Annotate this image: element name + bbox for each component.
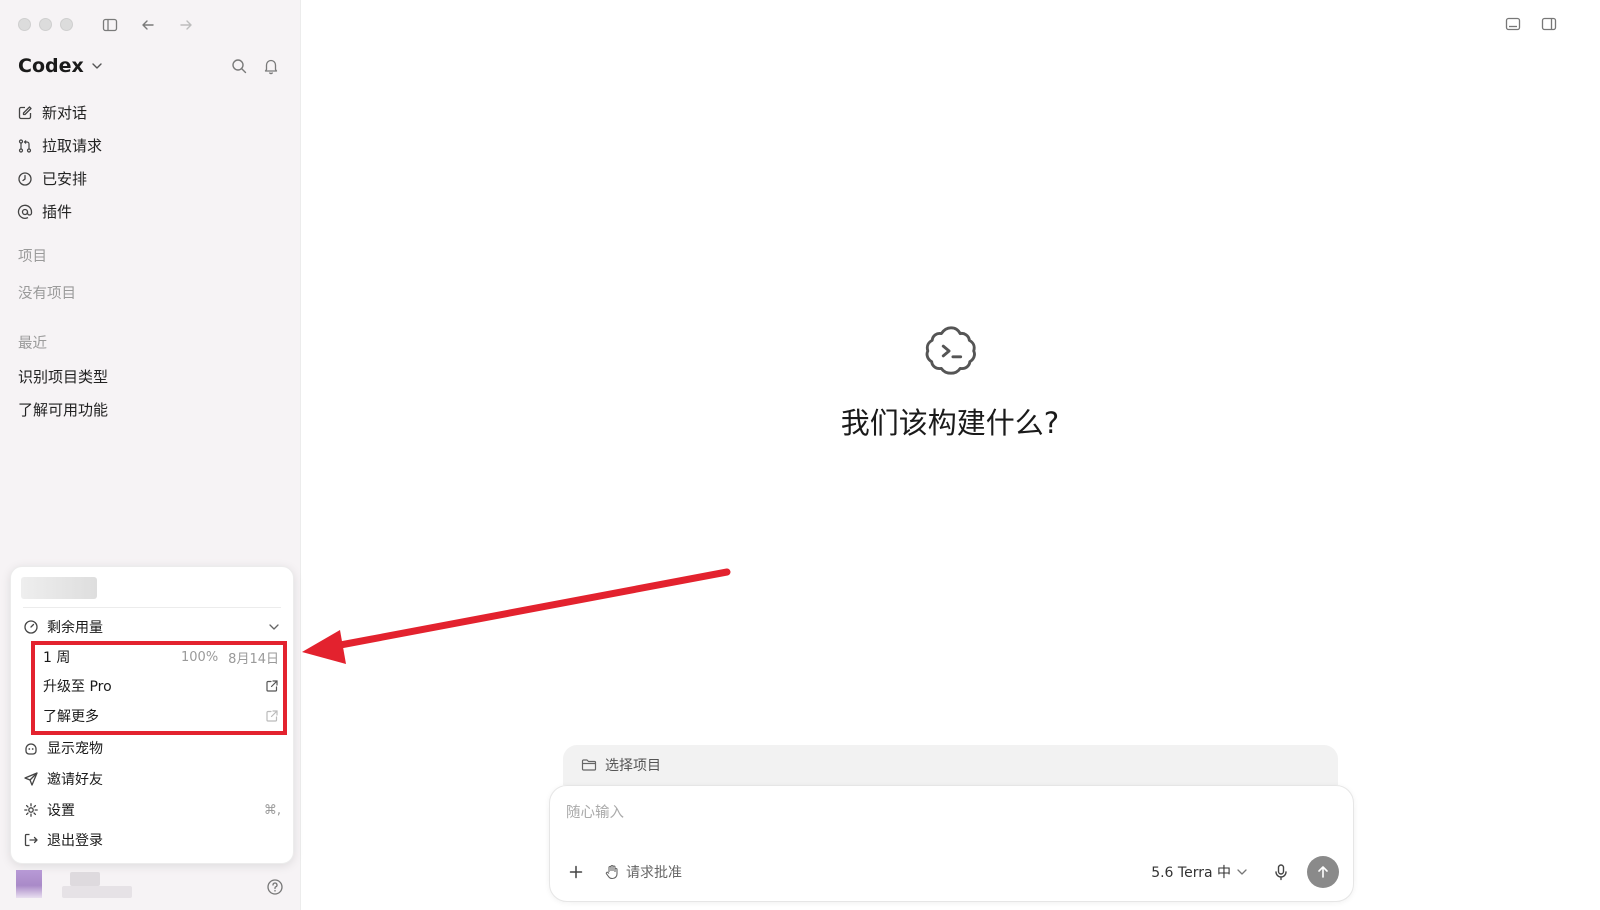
- invite-label: 邀请好友: [47, 772, 103, 788]
- arrow-up-icon: [1318, 866, 1328, 878]
- terminal-panel-icon[interactable]: [1504, 15, 1522, 33]
- sidebar-nav: 新对话 拉取请求 已安排 插件: [16, 96, 284, 228]
- toolbar: [100, 15, 196, 35]
- redacted-account-name: [21, 577, 97, 599]
- sidebar-header-actions: [230, 57, 280, 75]
- composer: 请求批准 5.6 Terra 中: [549, 785, 1354, 902]
- avatar: [16, 870, 42, 898]
- nav-label: 插件: [42, 203, 73, 221]
- add-attachment-button[interactable]: [564, 860, 588, 884]
- close-window-button[interactable]: [18, 18, 31, 31]
- help-icon[interactable]: [266, 878, 284, 896]
- prompt-input[interactable]: [564, 798, 1328, 828]
- search-icon[interactable]: [230, 57, 248, 75]
- no-projects-text: 没有项目: [18, 286, 76, 302]
- redacted-plan: [62, 886, 132, 898]
- logout-label: 退出登录: [47, 833, 103, 849]
- workspace-switcher[interactable]: Codex: [18, 55, 104, 77]
- brand-name: Codex: [18, 55, 84, 77]
- nav-new-chat[interactable]: 新对话: [16, 96, 284, 129]
- show-pet-label: 显示宠物: [47, 741, 103, 757]
- pull-request-icon: [16, 137, 34, 155]
- back-arrow-icon[interactable]: [138, 15, 158, 35]
- nav-scheduled[interactable]: 已安排: [16, 162, 284, 195]
- plus-icon: [569, 865, 583, 879]
- projects-heading: 项目: [18, 249, 47, 265]
- minimize-window-button[interactable]: [39, 18, 52, 31]
- chevron-down-icon: [269, 624, 279, 630]
- recent-item[interactable]: 识别项目类型: [18, 366, 108, 387]
- logout-icon: [23, 832, 39, 848]
- logout-item[interactable]: 退出登录: [23, 826, 281, 854]
- model-selector[interactable]: 5.6 Terra 中: [1151, 862, 1249, 882]
- gauge-icon: [23, 619, 39, 635]
- nav-label: 拉取请求: [42, 137, 103, 155]
- send-icon: [23, 771, 39, 787]
- account-footer[interactable]: [12, 868, 292, 904]
- nav-label: 已安排: [42, 170, 88, 188]
- recent-item[interactable]: 了解可用功能: [18, 399, 108, 420]
- at-icon: [16, 203, 34, 221]
- nav-pull-requests[interactable]: 拉取请求: [16, 129, 284, 162]
- annotation-highlight-box: [31, 641, 287, 735]
- maximize-window-button[interactable]: [60, 18, 73, 31]
- select-project-button[interactable]: 选择项目: [563, 745, 1338, 785]
- approval-mode-button[interactable]: 请求批准: [604, 862, 682, 882]
- sidebar-toggle-icon[interactable]: [100, 15, 120, 35]
- composer-toolbar: 请求批准 5.6 Terra 中: [564, 855, 1339, 889]
- pet-icon: [23, 740, 39, 756]
- redacted-username: [70, 872, 100, 886]
- folder-icon: [581, 759, 597, 771]
- settings-shortcut: ⌘,: [263, 802, 281, 818]
- nav-plugins[interactable]: 插件: [16, 195, 284, 228]
- select-project-label: 选择项目: [605, 758, 661, 774]
- account-menu: 剩余用量 1 周 100% 8月14日 升级至 Pro 了解更多 显示宠物 邀请…: [10, 566, 294, 864]
- divider: [23, 607, 281, 608]
- side-panel-icon[interactable]: [1540, 15, 1558, 33]
- compose-icon: [16, 104, 34, 122]
- bell-icon[interactable]: [262, 57, 280, 75]
- gear-icon: [23, 802, 39, 818]
- sidebar: Codex 新对话 拉取请求 已安排 插件 项目 没有项目 最近 识别项目类型 …: [0, 0, 301, 910]
- recent-heading: 最近: [18, 336, 47, 352]
- microphone-icon[interactable]: [1271, 862, 1291, 882]
- hand-icon: [605, 864, 618, 880]
- window-controls: [18, 18, 73, 31]
- forward-arrow-icon[interactable]: [176, 15, 196, 35]
- invite-friends-item[interactable]: 邀请好友: [23, 765, 281, 793]
- show-pet-item[interactable]: 显示宠物: [23, 734, 281, 762]
- page-title: 我们该构建什么?: [840, 406, 1060, 440]
- usage-label: 剩余用量: [47, 620, 103, 636]
- send-button[interactable]: [1307, 856, 1339, 888]
- settings-label: 设置: [47, 803, 75, 819]
- nav-label: 新对话: [42, 104, 88, 122]
- settings-item[interactable]: 设置 ⌘,: [23, 796, 281, 824]
- window-actions: [1505, 15, 1558, 33]
- chevron-down-icon: [1237, 869, 1247, 875]
- remaining-usage-toggle[interactable]: 剩余用量: [23, 613, 281, 641]
- chevron-down-icon: [92, 63, 102, 69]
- model-label: 5.6 Terra 中: [1151, 865, 1231, 881]
- clock-icon: [16, 170, 34, 188]
- codex-cloud-icon: [925, 326, 976, 375]
- app-window: Codex 新对话 拉取请求 已安排 插件 项目 没有项目 最近 识别项目类型 …: [0, 0, 1600, 910]
- approval-label: 请求批准: [626, 865, 682, 881]
